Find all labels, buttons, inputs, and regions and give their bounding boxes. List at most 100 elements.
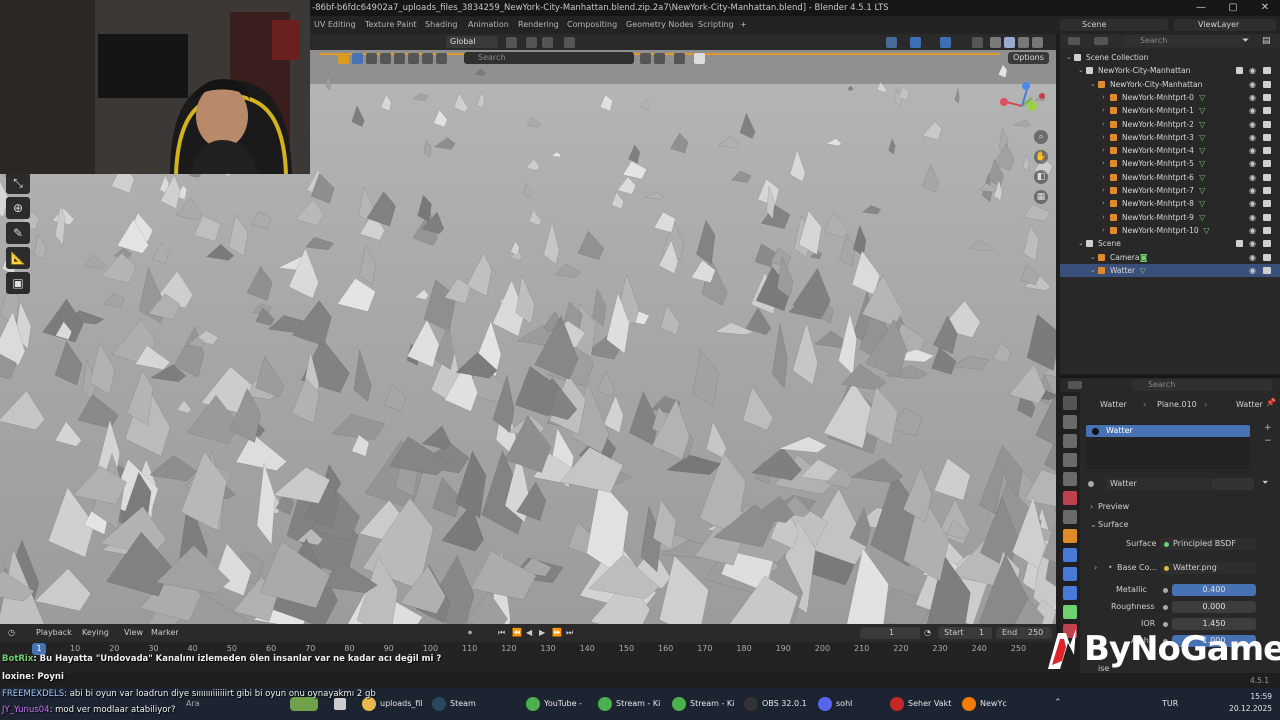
transform-orientation-dropdown[interactable]: Global [446,36,498,48]
tab-rendering[interactable]: Rendering [518,16,559,34]
render-camera-icon[interactable] [1263,226,1271,234]
viewport-search-input[interactable]: Search [464,52,634,64]
mesh-data-icon[interactable]: ▽ [1199,104,1205,117]
expand-chevron-icon[interactable]: › [1102,211,1105,224]
render-camera-icon[interactable] [1263,240,1271,248]
mode-icon-6[interactable] [436,52,447,64]
tab-compositing[interactable]: Compositing [567,16,617,34]
render-camera-icon[interactable] [1263,147,1271,155]
zoom-icon[interactable]: ⌕ [1034,130,1048,144]
minimize-button[interactable]: — [1186,0,1216,16]
taskbar-app[interactable]: Stream - Ki [598,696,660,712]
tab-texture-paint[interactable]: Texture Paint [365,16,417,34]
visibility-eye-icon[interactable]: ◉ [1249,78,1256,91]
add-cube-tool-icon[interactable]: ▣ [6,272,30,294]
visibility-eye-icon[interactable]: ◉ [1249,118,1256,131]
play-icon[interactable]: ▶ [539,624,545,642]
visibility-eye-icon[interactable]: ◉ [1249,104,1256,117]
outliner-row[interactable]: › NewYork-Mnhtprt-10 ▽ ◉ [1060,224,1280,237]
material-filter-icon[interactable]: ⏷ [1262,478,1268,488]
outliner-row[interactable]: › NewYork-Mnhtprt-1 ▽ ◉ [1060,104,1280,117]
material-slot-list[interactable]: Watter [1086,423,1250,469]
expand-chevron-icon[interactable]: ⌄ [1090,78,1096,91]
xray-toggle-icon[interactable] [972,36,983,48]
properties-search-input[interactable]: Search [1132,379,1272,391]
outliner-row[interactable]: › NewYork-Mnhtprt-0 ▽ ◉ [1060,91,1280,104]
tab-animation[interactable]: Animation [468,16,509,34]
neg-x-axis-icon[interactable] [1039,93,1045,99]
tab-shading[interactable]: Shading [425,16,458,34]
shading-material-icon[interactable] [1018,36,1029,48]
editor-type-icon[interactable] [1068,381,1082,389]
expand-chevron-icon[interactable]: › [1102,171,1105,184]
measure-tool-icon[interactable]: 📐 [6,247,30,269]
jump-start-icon[interactable]: ⏮ [498,624,505,642]
clock-icon[interactable]: ◔ [924,624,931,642]
object-tab-icon[interactable] [1063,529,1077,543]
expand-chevron-icon[interactable]: › [1102,157,1105,170]
exclude-checkbox[interactable] [1236,240,1243,248]
scale-tool-icon[interactable]: ⤡ [6,172,30,194]
clock-date[interactable]: 20.12.2025 [1212,704,1272,713]
taskbar-app[interactable]: OBS 32.0.1 [744,696,807,712]
view-menu[interactable]: View [124,624,143,642]
options-dropdown[interactable]: Options [1008,52,1049,64]
render-camera-icon[interactable] [1263,266,1271,274]
expand-chevron-icon[interactable]: ⌄ [1078,237,1084,250]
value-slider[interactable]: 0.400 [1172,584,1256,596]
collection-tab-icon[interactable] [1063,510,1077,524]
outliner-row[interactable]: ⌄ Watter ▽ ◉ [1060,263,1280,277]
render-camera-icon[interactable] [1263,200,1271,208]
expand-chevron-icon[interactable]: › [1102,184,1105,197]
expand-chevron-icon[interactable]: › [1102,104,1105,117]
mesh-data-icon[interactable]: ▽ [1203,224,1209,237]
camera-view-icon[interactable]: ◧ [1034,170,1048,184]
shield-icon[interactable] [694,52,705,64]
mode-icon-4[interactable] [408,52,419,64]
physics-tab-icon[interactable] [1063,586,1077,600]
render-camera-icon[interactable] [1263,120,1271,128]
render-camera-icon[interactable] [1263,107,1271,115]
tab-uv-editing[interactable]: UV Editing [314,16,356,34]
expand-chevron-icon[interactable]: › [1102,224,1105,237]
next-keyframe-icon[interactable]: ⏩ [552,624,562,642]
modifier-tab-icon[interactable] [1063,548,1077,562]
outliner-row[interactable]: › NewYork-Mnhtprt-3 ▽ ◉ [1060,131,1280,144]
visibility-eye-icon[interactable]: ◉ [1249,251,1256,264]
prev-keyframe-icon[interactable]: ⏪ [512,624,522,642]
visibility-eye-icon[interactable]: ◉ [1249,144,1256,157]
play-reverse-icon[interactable]: ◀ [526,624,532,642]
bookmark-icon[interactable] [654,52,665,64]
visibility-eye-icon[interactable]: ◉ [1249,64,1256,77]
mode-icon-3[interactable] [394,52,405,64]
mesh-data-icon[interactable]: ▽ [1199,144,1205,157]
record-icon[interactable]: ⏺ [468,624,472,642]
outliner-row[interactable]: ⌄ NewYork-City-Manhattan ◉ [1060,64,1280,77]
visibility-eye-icon[interactable]: ◉ [1249,224,1256,237]
render-camera-icon[interactable] [1263,213,1271,221]
outliner-row[interactable]: › NewYork-Mnhtprt-7 ▽ ◉ [1060,184,1280,197]
task-view-icon[interactable] [334,698,346,710]
mesh-data-icon[interactable]: ▽ [1199,91,1205,104]
mesh-data-icon[interactable]: ▽ [1140,264,1146,277]
visibility-eye-icon[interactable]: ◉ [1249,131,1256,144]
visibility-eye-icon[interactable]: ◉ [1249,157,1256,170]
view-layer-tab-icon[interactable] [1063,453,1077,467]
material-slot-row[interactable]: Watter [1086,425,1250,437]
gizmo-toggle-icon[interactable] [910,36,921,48]
expand-chevron-icon[interactable]: › [1102,118,1105,131]
render-camera-icon[interactable] [1263,187,1271,194]
outliner-search-input[interactable]: Search [1124,35,1244,47]
particles-tab-icon[interactable] [1063,567,1077,581]
widget-icon[interactable] [290,697,318,711]
close-button[interactable]: ✕ [1250,0,1280,16]
keying-menu[interactable]: Keying [82,624,109,642]
mode-icon-5[interactable] [422,52,433,64]
render-camera-icon[interactable] [1263,93,1271,101]
snap-icon[interactable] [526,36,537,48]
expand-chevron-icon[interactable]: › [1102,131,1105,144]
value-slider[interactable]: 0.000 [1172,601,1256,613]
new-collection-icon[interactable]: ▤ [1262,36,1271,46]
render-camera-icon[interactable] [1263,67,1271,75]
preview-chevron-icon[interactable]: › [1090,502,1093,511]
